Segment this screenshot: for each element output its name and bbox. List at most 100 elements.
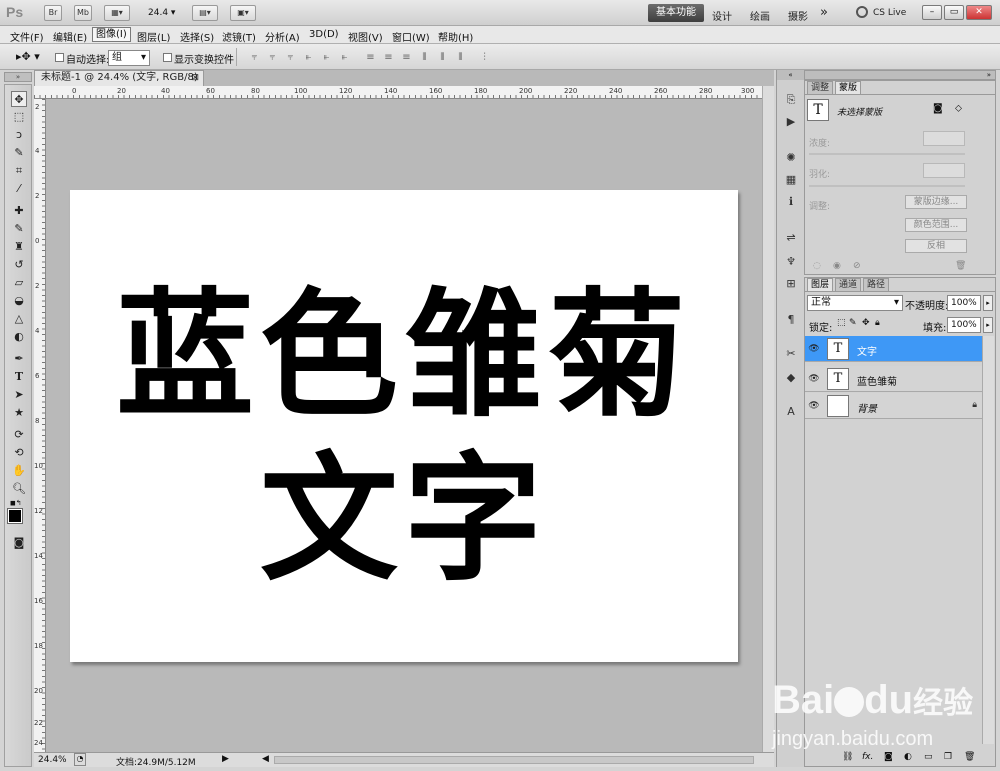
fill-slider-arrow-icon[interactable]: ▸ xyxy=(983,317,993,333)
swatches-panel-icon[interactable]: ▦ xyxy=(783,172,799,188)
layers-scrollbar[interactable] xyxy=(982,336,994,744)
info-panel-icon[interactable]: ℹ xyxy=(783,194,799,210)
show-transform-checkbox[interactable] xyxy=(163,53,172,62)
adjustment-layer-icon[interactable]: ◐ xyxy=(904,752,912,762)
tab-paths[interactable]: 路径 xyxy=(863,278,890,291)
menu-help[interactable]: 帮助(H) xyxy=(438,29,473,44)
tab-masks[interactable]: 蒙版 xyxy=(835,81,862,94)
document-canvas[interactable]: 蓝色雏菊 文字 xyxy=(70,190,738,662)
tab-channels[interactable]: 通道 xyxy=(835,278,862,291)
fill-input[interactable]: 100% xyxy=(947,317,981,333)
menu-layer[interactable]: 图层(L) xyxy=(137,29,170,44)
align-bottom-icon[interactable]: ⫧ xyxy=(284,51,297,64)
paint-bucket-tool-icon[interactable]: ◒ xyxy=(11,293,27,309)
menu-edit[interactable]: 编辑(E) xyxy=(53,29,87,44)
hand-tool-icon[interactable]: ✋ xyxy=(11,463,27,479)
ruler-vertical[interactable]: 2 4 2 0 2 4 6 8 10 12 14 16 18 20 22 24 xyxy=(34,99,46,752)
cs-live-icon[interactable] xyxy=(856,6,868,18)
zoom-level[interactable]: 24.4 ▾ xyxy=(148,8,175,18)
workspace-essentials[interactable]: 基本功能 xyxy=(648,4,704,22)
align-vcenter-icon[interactable]: ⫧ xyxy=(266,51,279,64)
bridge-button[interactable]: Br xyxy=(44,5,62,21)
layer-style-icon[interactable]: fx. xyxy=(862,752,873,762)
distribute-right-icon[interactable]: ⦀ xyxy=(454,51,467,64)
document-tab[interactable]: 未标题-1 @ 24.4% (文字, RGB/8) * ⊠ xyxy=(34,70,204,97)
history-panel-icon[interactable]: ⎘ xyxy=(783,92,799,108)
eyedropper-tool-icon[interactable]: ⁄ xyxy=(11,181,27,197)
history-brush-tool-icon[interactable]: ↺ xyxy=(11,257,27,273)
view-extras-button[interactable]: ▦▾ xyxy=(104,5,130,21)
visibility-eye-icon[interactable]: 👁︎ xyxy=(808,343,820,355)
move-tool-preset-icon[interactable]: ▸✥ ▾ xyxy=(16,50,40,63)
align-top-icon[interactable]: ⫧ xyxy=(248,51,261,64)
menu-select[interactable]: 选择(S) xyxy=(180,29,214,44)
marquee-tool-icon[interactable]: ⬚ xyxy=(11,109,27,125)
auto-align-icon[interactable]: ⫶ xyxy=(478,51,491,64)
default-colors-icon[interactable]: ◼↰ xyxy=(10,499,22,507)
menu-analysis[interactable]: 分析(A) xyxy=(265,29,300,44)
type-tool-icon[interactable]: T xyxy=(11,369,27,385)
clone-stamp-tool-icon[interactable]: ♜ xyxy=(11,239,27,255)
workspace-photography[interactable]: 摄影 xyxy=(788,8,808,23)
disable-mask-icon[interactable]: ⊘ xyxy=(853,261,861,271)
pen-tool-icon[interactable]: ✒ xyxy=(11,351,27,367)
apply-mask-icon[interactable]: ◉ xyxy=(833,261,841,271)
panel-collapse-bar[interactable]: » xyxy=(804,70,996,80)
minibridge-button[interactable]: Mb xyxy=(74,5,92,21)
workspace-design[interactable]: 设计 xyxy=(712,8,732,23)
visibility-eye-icon[interactable]: 👁︎ xyxy=(808,373,820,385)
brush-tool-icon[interactable]: ✎ xyxy=(11,221,27,237)
blend-mode-dropdown[interactable]: 正常 ▾ xyxy=(807,295,903,311)
distribute-left-icon[interactable]: ⦀ xyxy=(418,51,431,64)
lock-transparency-icon[interactable]: ⬚ xyxy=(837,318,846,328)
status-zoom[interactable]: 24.4% xyxy=(38,755,67,765)
3d-panel-icon[interactable]: ◆ xyxy=(783,370,799,386)
menu-window[interactable]: 窗口(W) xyxy=(392,29,430,44)
auto-select-dropdown[interactable]: 组 ▾ xyxy=(108,50,150,66)
distribute-vcenter-icon[interactable]: ≡ xyxy=(382,51,395,64)
align-left-icon[interactable]: ⫦ xyxy=(302,51,315,64)
zoom-tool-icon[interactable]: 🔍︎ xyxy=(11,481,27,497)
healing-brush-tool-icon[interactable]: ✚ xyxy=(11,203,27,219)
actions-panel-icon[interactable]: ▶ xyxy=(783,114,799,130)
maximize-button[interactable]: ▭ xyxy=(944,5,964,20)
paragraph-panel-icon[interactable]: ¶ xyxy=(783,312,799,328)
link-layers-icon[interactable]: ⛓ xyxy=(842,752,853,762)
new-group-icon[interactable]: ▭ xyxy=(924,752,933,762)
lock-position-icon[interactable]: ✥ xyxy=(862,318,870,328)
scroll-left-icon[interactable]: ◀ xyxy=(262,754,269,764)
move-tool-icon[interactable]: ✥ xyxy=(11,91,27,107)
close-document-icon[interactable]: ⊠ xyxy=(191,71,199,85)
workspace-painting[interactable]: 绘画 xyxy=(750,8,770,23)
tab-layers[interactable]: 图层 xyxy=(807,278,834,291)
crop-tool-icon[interactable]: ⌗ xyxy=(11,163,27,179)
delete-layer-icon[interactable]: 🗑︎ xyxy=(964,752,975,762)
menu-3d[interactable]: 3D(D) xyxy=(309,29,339,40)
opacity-slider-arrow-icon[interactable]: ▸ xyxy=(983,295,993,311)
tool-presets-panel-icon[interactable]: ✂ xyxy=(783,346,799,362)
ruler-horizontal[interactable]: 0 20 40 60 80 100 120 140 160 180 200 22… xyxy=(34,86,762,99)
align-right-icon[interactable]: ⫦ xyxy=(338,51,351,64)
screen-mode-button[interactable]: ▣▾ xyxy=(230,5,256,21)
color-range-button[interactable]: 颜色范围... xyxy=(905,218,967,232)
status-preview-icon[interactable]: ◔ xyxy=(74,753,86,766)
styles-panel-icon[interactable]: ⊞ xyxy=(783,276,799,292)
distribute-top-icon[interactable]: ≡ xyxy=(364,51,377,64)
new-layer-icon[interactable]: ❐ xyxy=(944,752,952,762)
mask-edge-button[interactable]: 蒙版边缘... xyxy=(905,195,967,209)
3d-rotate-tool-icon[interactable]: ⟳ xyxy=(11,427,27,443)
color-panel-icon[interactable]: ✺ xyxy=(783,150,799,166)
layer-row[interactable]: 👁︎ T 文字 xyxy=(805,336,983,362)
character-panel-icon[interactable]: A xyxy=(783,404,799,420)
blur-tool-icon[interactable]: △ xyxy=(11,311,27,327)
quick-select-tool-icon[interactable]: ✎ xyxy=(11,145,27,161)
menu-view[interactable]: 视图(V) xyxy=(348,29,383,44)
close-button[interactable]: ✕ xyxy=(966,5,992,20)
clone-source-panel-icon[interactable]: ♆ xyxy=(783,254,799,270)
lasso-tool-icon[interactable]: ↄ xyxy=(11,127,27,143)
auto-select-checkbox[interactable] xyxy=(55,53,64,62)
tab-adjustments[interactable]: 调整 xyxy=(807,81,834,94)
arrange-documents-button[interactable]: ▤▾ xyxy=(192,5,218,21)
brushes-panel-icon[interactable]: ⇌ xyxy=(783,230,799,246)
delete-mask-icon[interactable]: 🗑︎ xyxy=(955,261,966,271)
